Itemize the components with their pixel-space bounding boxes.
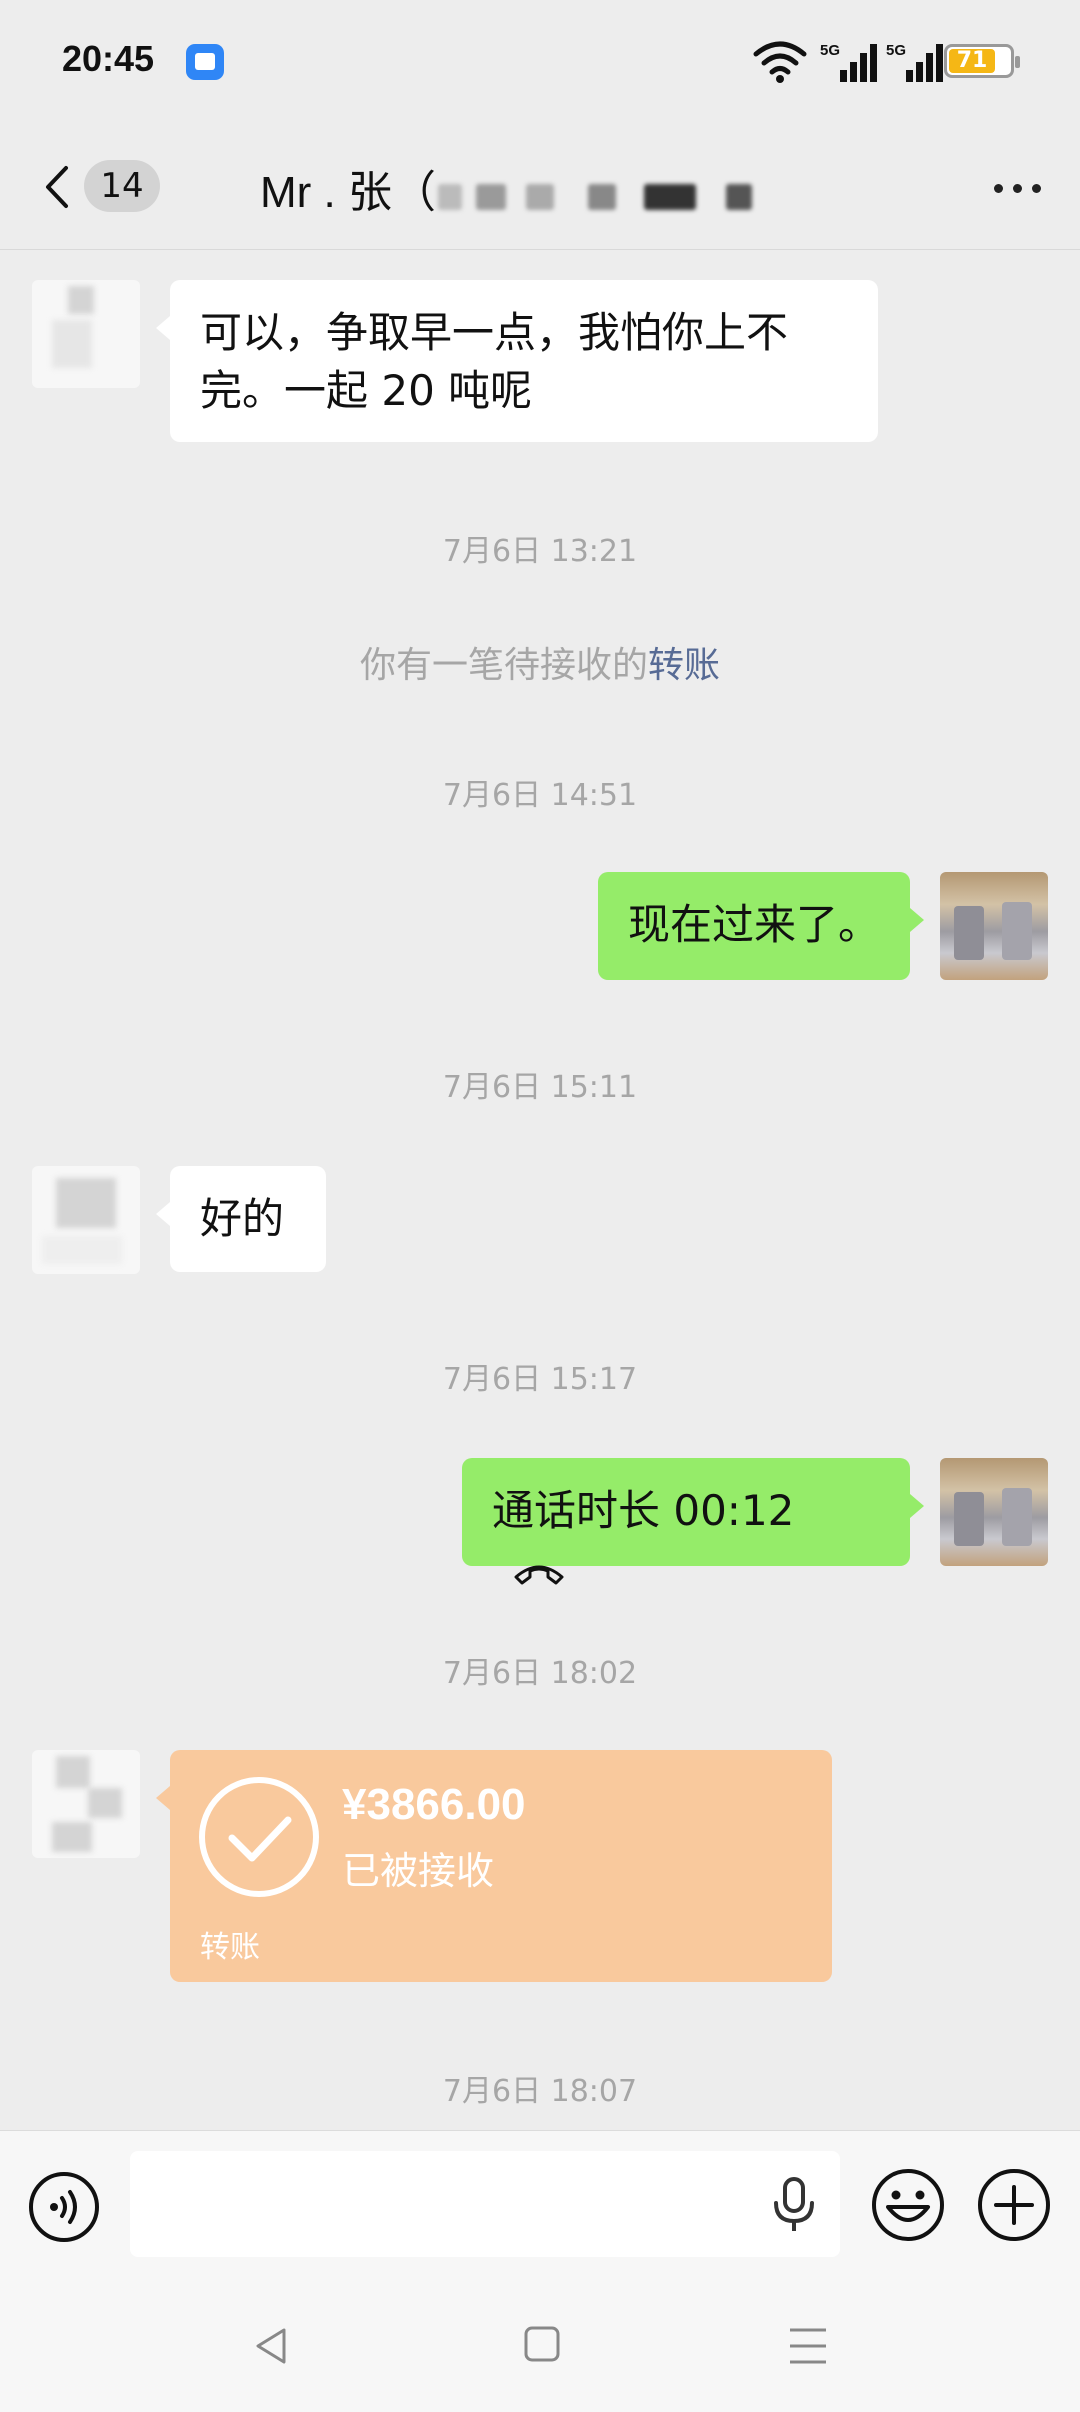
timestamp: 7月6日 15:17 — [442, 1362, 638, 1397]
plus-icon[interactable] — [976, 2167, 1052, 2243]
timestamp: 7月6日 18:02 — [442, 1656, 638, 1691]
call-duration-text: 通话时长 00:12 — [492, 1486, 795, 1535]
battery-icon: 71 — [944, 44, 1020, 78]
hang-up-phone-icon — [514, 1565, 564, 1584]
wifi-icon — [753, 41, 807, 83]
signal-5g-icon: 5G — [820, 42, 877, 82]
timestamp: 7月6日 13:21 — [442, 534, 638, 569]
battery-level: 71 — [949, 49, 995, 73]
system-message: 你有一笔待接收的转账 — [0, 636, 1080, 688]
chevron-left-icon[interactable] — [38, 162, 78, 212]
signal-5g-icon: 5G — [886, 42, 943, 82]
received-message[interactable]: 好的 — [156, 1166, 326, 1272]
network-label-2: 5G — [886, 42, 906, 59]
unread-count-badge[interactable]: 14 — [84, 160, 160, 212]
redacted-name — [438, 176, 778, 216]
transfer-amount: ¥3866.00 — [342, 1780, 526, 1829]
contact-avatar[interactable] — [32, 280, 140, 388]
nav-home-icon[interactable] — [522, 2324, 562, 2364]
voice-mode-icon[interactable] — [28, 2171, 100, 2243]
microphone-icon[interactable] — [766, 2175, 822, 2233]
my-avatar[interactable] — [940, 872, 1048, 980]
my-avatar[interactable] — [940, 1458, 1048, 1566]
nav-menu-icon[interactable] — [786, 2324, 830, 2368]
transfer-label: 转账 — [200, 1930, 260, 1965]
check-circle-icon — [199, 1777, 319, 1897]
message-text-line: 可以，争取早一点，我怕你上不 — [200, 308, 789, 357]
contact-avatar[interactable] — [32, 1166, 140, 1274]
status-time: 20:45 — [62, 38, 155, 79]
sent-message[interactable]: 现在过来了。 — [598, 872, 924, 980]
timestamp: 7月6日 18:07 — [442, 2074, 638, 2109]
chat-title[interactable]: Mr . 张（ — [260, 156, 436, 220]
transfer-status: 已被接收 — [342, 1849, 495, 1893]
message-list[interactable]: 可以，争取早一点，我怕你上不 完。一起 20 吨呢 7月6日 13:21 你有一… — [0, 250, 1080, 2130]
more-dots-icon[interactable] — [990, 172, 1046, 202]
transfer-card[interactable]: ¥3866.00 已被接收 转账 — [156, 1750, 832, 1982]
input-bar — [0, 2130, 1080, 2280]
contact-avatar[interactable] — [32, 1750, 140, 1858]
chat-header: 14 Mr . 张（ — [0, 124, 1080, 250]
call-record-message[interactable]: 通话时长 00:12 — [462, 1458, 924, 1584]
message-input[interactable] — [130, 2151, 840, 2257]
timestamp: 7月6日 15:11 — [442, 1070, 638, 1105]
nav-back-icon[interactable] — [250, 2324, 294, 2368]
emoji-icon[interactable] — [870, 2167, 946, 2243]
transfer-link[interactable]: 转账 — [648, 645, 720, 686]
system-nav-bar — [0, 2280, 1080, 2412]
status-bar: 20:45 5G 5G 71 — [0, 0, 1080, 124]
network-label-1: 5G — [820, 42, 840, 59]
received-message[interactable]: 可以，争取早一点，我怕你上不 完。一起 20 吨呢 — [156, 280, 878, 442]
notification-app-icon — [186, 44, 224, 80]
timestamp: 7月6日 14:51 — [442, 778, 638, 813]
system-message-text: 你有一笔待接收的 — [359, 645, 648, 686]
message-text-line: 完。一起 20 吨呢 — [200, 366, 533, 415]
